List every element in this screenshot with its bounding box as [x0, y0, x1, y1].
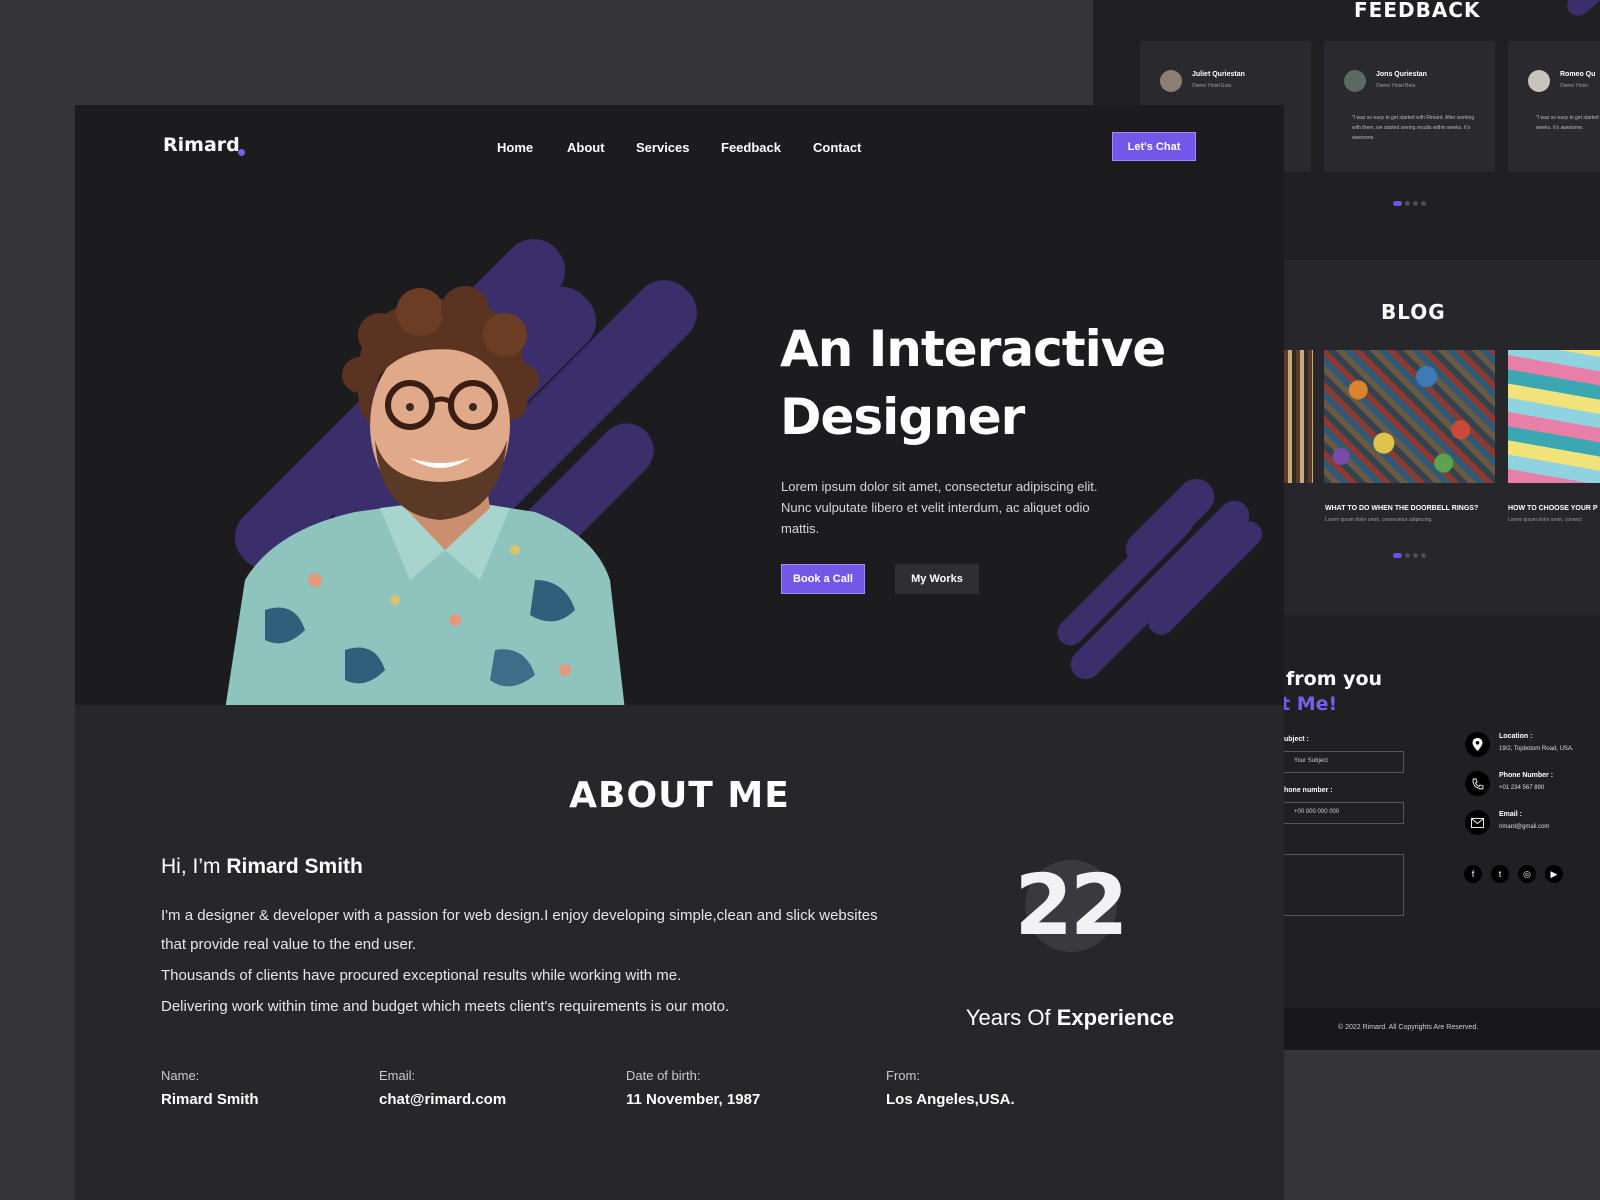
blog-post-excerpt: Lorem ipsum dolor amet, consect [1508, 517, 1582, 523]
blog-title: BLOG [1381, 300, 1446, 324]
about-section: ABOUT ME Hi, I’m Rimard Smith I'm a desi… [75, 705, 1284, 1200]
info-label: Location : [1499, 733, 1533, 740]
years-label-prefix: Years Of [965, 1005, 1051, 1030]
carousel-dot[interactable] [1413, 553, 1418, 558]
carousel-dot-active[interactable] [1393, 201, 1402, 206]
carousel-dot-active[interactable] [1393, 553, 1402, 558]
twitter-icon[interactable]: t [1491, 865, 1509, 883]
location-pin-icon [1465, 732, 1490, 757]
detail-value-email[interactable]: chat@rimard.com [379, 1091, 506, 1108]
greeting-name: Rimard Smith [226, 855, 363, 878]
carousel-dot[interactable] [1421, 553, 1426, 558]
feedback-title: FEEDBACK [1354, 0, 1481, 22]
hero-title: An Interactive Designer [780, 315, 1260, 451]
about-title: ABOUT ME [569, 775, 790, 816]
detail-label-dob: Date of birth: [626, 1068, 701, 1083]
detail-label-name: Name: [161, 1068, 200, 1083]
detail-label-from: From: [886, 1068, 920, 1083]
phone-input[interactable]: +00 000 000 000 [1283, 802, 1404, 824]
profile-photo [225, 286, 625, 705]
contact-heading-accent: t Me! [1281, 693, 1338, 715]
carousel-dot[interactable] [1421, 201, 1426, 206]
hero-title-line: Designer [780, 388, 1025, 446]
feedback-role: Owner Hotel Bela [1376, 83, 1416, 89]
youtube-icon[interactable]: ▶ [1545, 865, 1563, 883]
detail-label-email: Email: [379, 1068, 416, 1083]
detail-value-dob: 11 November, 1987 [626, 1091, 761, 1108]
feedback-carousel-dots[interactable] [1393, 201, 1426, 206]
phone-icon [1465, 771, 1490, 796]
blog-image[interactable] [1324, 350, 1495, 483]
brand-logo[interactable]: Rimard [163, 134, 240, 156]
feedback-card: Jons Quriestan Owner Hotel Bela "I was s… [1324, 41, 1495, 172]
about-greeting: Hi, I’m Rimard Smith [161, 855, 363, 879]
nav-services[interactable]: Services [636, 140, 690, 155]
hero-section: Rimard Home About Services Feedback Cont… [75, 105, 1284, 705]
info-value: +01 234 567 890 [1499, 785, 1545, 791]
decorative-stripe [1562, 0, 1600, 21]
hero-description: Lorem ipsum dolor sit amet, consectetur … [781, 479, 1098, 536]
about-paragraph: Delivering work within time and budget w… [161, 998, 730, 1015]
blog-image[interactable] [1284, 350, 1313, 483]
nav-about[interactable]: About [567, 140, 605, 155]
about-paragraph: Thousands of clients have procured excep… [161, 967, 682, 984]
feedback-role: Owner Hotel [1560, 83, 1588, 89]
contact-heading: from you [1286, 668, 1383, 690]
avatar [1160, 70, 1182, 92]
feedback-name: Juliet Quriestan [1192, 71, 1245, 78]
instagram-icon[interactable]: ◎ [1518, 865, 1536, 883]
book-call-button[interactable]: Book a Call [781, 564, 865, 594]
feedback-quote: "I was so easy to get started working wi… [1536, 115, 1600, 131]
years-label-bold: Experience [1056, 1005, 1175, 1030]
avatar [1344, 70, 1366, 92]
avatar [1528, 70, 1550, 92]
nav-contact[interactable]: Contact [813, 140, 861, 155]
blog-image[interactable] [1508, 350, 1600, 483]
logo-dot [238, 149, 245, 156]
phone-label: hone number : [1284, 787, 1333, 794]
blog-carousel-dots[interactable] [1393, 553, 1426, 558]
info-value: rimard@gmail.com [1499, 824, 1550, 830]
blog-post-excerpt: Lorem ipsum dolor amet, consectetur adip… [1325, 517, 1433, 523]
detail-value-from: Los Angeles,USA. [886, 1091, 1015, 1108]
lets-chat-button[interactable]: Let's Chat [1112, 132, 1196, 161]
carousel-dot[interactable] [1405, 201, 1410, 206]
feedback-role: Owner Hotel Esta [1192, 83, 1232, 89]
about-paragraph: I'm a designer & developer with a passio… [161, 907, 878, 953]
info-value: 19/2, Topbotom Road, USA. [1499, 746, 1574, 752]
envelope-icon [1465, 810, 1490, 835]
greeting-prefix: Hi, I’m [161, 855, 221, 878]
social-links: f t ◎ ▶ [1464, 865, 1563, 883]
info-label: Email : [1499, 811, 1522, 818]
detail-value-name: Rimard Smith [161, 1091, 259, 1108]
feedback-name: Romeo Qu [1560, 71, 1596, 78]
nav-feedback[interactable]: Feedback [721, 140, 781, 155]
carousel-dot[interactable] [1405, 553, 1410, 558]
carousel-dot[interactable] [1413, 201, 1418, 206]
message-textarea[interactable] [1283, 854, 1404, 916]
blog-post-title[interactable]: WHAT TO DO WHEN THE DOORBELL RINGS? [1325, 505, 1478, 512]
subject-input[interactable]: Your Subject [1283, 751, 1404, 773]
info-label: Phone Number : [1499, 772, 1554, 779]
feedback-quote: "I was so easy to get started with Rimar… [1352, 115, 1475, 141]
my-works-button[interactable]: My Works [895, 564, 979, 594]
feedback-card: Romeo Qu Owner Hotel "I was so easy to g… [1508, 41, 1600, 172]
copyright-text: © 2022 Rimard. All Copyrights Are Reserv… [1338, 1024, 1479, 1031]
blog-post-title[interactable]: HOW TO CHOOSE YOUR P [1508, 505, 1598, 512]
subject-label: ubject : [1284, 736, 1309, 743]
feedback-name: Jons Quriestan [1376, 71, 1427, 78]
nav-home[interactable]: Home [497, 140, 533, 155]
facebook-icon[interactable]: f [1464, 865, 1482, 883]
hero-title-line: An Interactive [780, 320, 1166, 378]
main-page-preview: Rimard Home About Services Feedback Cont… [75, 105, 1284, 1200]
years-label: Years Of Experience [955, 1005, 1185, 1031]
years-number: 22 [1014, 856, 1129, 954]
